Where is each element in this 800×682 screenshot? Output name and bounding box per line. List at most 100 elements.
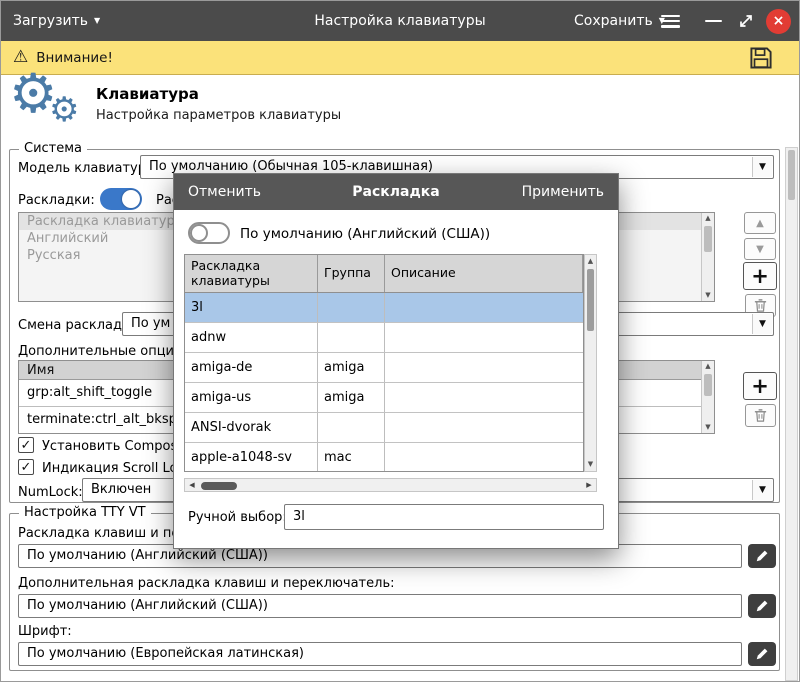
compose-checkbox-label: Установить Compose <box>42 439 185 454</box>
layout-move-down-button[interactable]: ▼ <box>744 238 776 260</box>
pencil-icon <box>755 647 769 661</box>
tty-legend: Настройка TTY VT <box>19 505 151 520</box>
layouts-toggle[interactable] <box>100 188 142 210</box>
chevron-down-icon: ▼ <box>752 480 772 500</box>
cell-group <box>318 413 385 442</box>
cell-layout: amiga-de <box>185 353 318 382</box>
cell-description <box>385 293 583 322</box>
manual-select-label: Ручной выбор: <box>188 510 287 525</box>
cell-layout: amiga-us <box>185 383 318 412</box>
keyboard-model-value: По умолчанию (Обычная 105-клавишная) <box>149 159 433 174</box>
close-icon: × <box>766 9 791 34</box>
expand-button[interactable] <box>737 1 755 41</box>
pencil-icon <box>755 549 769 563</box>
save-menu-button[interactable]: Сохранить ▼ <box>574 1 665 41</box>
manual-select-input[interactable]: 3l <box>284 504 604 530</box>
save-file-button[interactable] <box>749 46 773 74</box>
layout-table: Раскладка клавиатуры Группа Описание 3l … <box>184 254 584 472</box>
arrow-up-icon: ▲ <box>756 218 764 229</box>
plus-icon: + <box>751 374 769 398</box>
page-scrollbar[interactable] <box>785 147 798 681</box>
warning-bar: ⚠ Внимание! <box>1 41 799 75</box>
manual-select-value: 3l <box>293 509 305 524</box>
tty-font-value: По умолчанию (Европейская латинская) <box>27 646 304 661</box>
layout-switch-value: По ум <box>131 316 170 331</box>
tty-font-edit-button[interactable] <box>748 642 776 666</box>
default-layout-toggle[interactable] <box>188 222 230 244</box>
load-menu-label: Загрузить <box>13 13 88 29</box>
dialog-title: Раскладка <box>352 174 439 210</box>
gear-icon: ⚙ <box>49 93 79 127</box>
table-row[interactable]: adnw <box>185 323 583 353</box>
tty-layout-edit-button[interactable] <box>748 544 776 568</box>
chevron-down-icon: ▼ <box>752 314 772 334</box>
tty-extra-layout-label: Дополнительная раскладка клавиш и перекл… <box>18 576 394 591</box>
cell-layout: apple-a1048-sv <box>185 443 318 472</box>
toggle-knob <box>190 224 208 242</box>
scrollbar-thumb[interactable] <box>587 269 594 331</box>
trash-icon <box>753 408 768 423</box>
tty-layout-value: По умолчанию (Английский (США)) <box>27 548 268 563</box>
cell-layout: adnw <box>185 323 318 352</box>
option-delete-button[interactable] <box>745 404 776 427</box>
load-menu-button[interactable]: Загрузить ▼ <box>13 1 100 41</box>
toggle-knob <box>122 190 140 208</box>
default-layout-label: По умолчанию (Английский (США)) <box>240 226 490 242</box>
tty-extra-layout-edit-button[interactable] <box>748 594 776 618</box>
layout-dialog-titlebar: Отменить Раскладка Применить <box>174 174 618 210</box>
scroll-up-icon: ▲ <box>702 213 714 224</box>
titlebar: Загрузить ▼ Настройка клавиатуры Сохрани… <box>1 1 799 41</box>
cell-description <box>385 443 583 472</box>
table-row[interactable]: 3l <box>185 293 583 323</box>
scrollbar-thumb[interactable] <box>788 150 795 200</box>
layout-move-up-button[interactable]: ▲ <box>744 212 776 234</box>
trash-icon <box>753 298 768 313</box>
tty-extra-layout-field[interactable]: По умолчанию (Английский (США)) <box>18 594 742 618</box>
table-row[interactable]: amiga-us amiga <box>185 383 583 413</box>
layouts-list-scrollbar[interactable]: ▲ ▼ <box>701 213 714 301</box>
dialog-cancel-button[interactable]: Отменить <box>188 174 261 210</box>
extra-options-label: Дополнительные опции: <box>18 344 187 359</box>
scrollbar-thumb[interactable] <box>704 226 712 252</box>
scroll-down-icon: ▼ <box>702 422 714 433</box>
system-legend: Система <box>19 141 87 156</box>
window-title: Настройка клавиатуры <box>314 1 485 41</box>
chevron-down-icon: ▼ <box>752 157 772 177</box>
layout-table-hscrollbar[interactable]: ◀ ▶ <box>184 478 597 492</box>
check-icon: ✓ <box>21 461 32 474</box>
cell-description <box>385 413 583 442</box>
column-header: Раскладка клавиатуры <box>185 255 318 292</box>
layout-table-vscrollbar[interactable]: ▲ ▼ <box>584 254 597 472</box>
hamburger-menu-button[interactable] <box>661 1 680 41</box>
floppy-disk-icon <box>749 46 773 70</box>
cell-layout: 3l <box>185 293 318 322</box>
table-row[interactable]: amiga-de amiga <box>185 353 583 383</box>
option-add-button[interactable]: + <box>743 372 777 400</box>
keyboard-gears-icon: ⚙ ⚙ <box>9 75 91 135</box>
layout-dialog: Отменить Раскладка Применить По умолчани… <box>173 173 619 549</box>
cell-group: mac <box>318 443 385 472</box>
page-title: Клавиатура <box>96 85 199 103</box>
scroll-right-icon: ▶ <box>582 479 596 491</box>
hamburger-icon <box>661 25 680 28</box>
cell-description <box>385 383 583 412</box>
close-button[interactable]: × <box>766 1 791 41</box>
layout-dialog-body: По умолчанию (Английский (США)) Раскладк… <box>174 210 618 548</box>
compose-checkbox[interactable]: ✓ <box>18 437 34 453</box>
cell-description <box>385 323 583 352</box>
cell-group: amiga <box>318 383 385 412</box>
scrollbar-thumb[interactable] <box>704 374 712 396</box>
options-table-scrollbar[interactable]: ▲ ▼ <box>701 361 714 433</box>
table-row[interactable]: ANSI-dvorak <box>185 413 583 443</box>
dialog-apply-button[interactable]: Применить <box>522 174 604 210</box>
layout-add-button[interactable]: + <box>743 262 777 290</box>
tty-extra-layout-value: По умолчанию (Английский (США)) <box>27 598 268 613</box>
page-subtitle: Настройка параметров клавиатуры <box>96 108 341 123</box>
tty-font-label: Шрифт: <box>18 624 72 639</box>
table-row[interactable]: apple-a1048-sv mac <box>185 443 583 472</box>
scrolllock-checkbox[interactable]: ✓ <box>18 459 34 475</box>
tty-font-field[interactable]: По умолчанию (Европейская латинская) <box>18 642 742 666</box>
minimize-button[interactable] <box>705 1 722 41</box>
chevron-down-icon: ▼ <box>94 17 100 25</box>
scrollbar-thumb[interactable] <box>201 482 237 490</box>
